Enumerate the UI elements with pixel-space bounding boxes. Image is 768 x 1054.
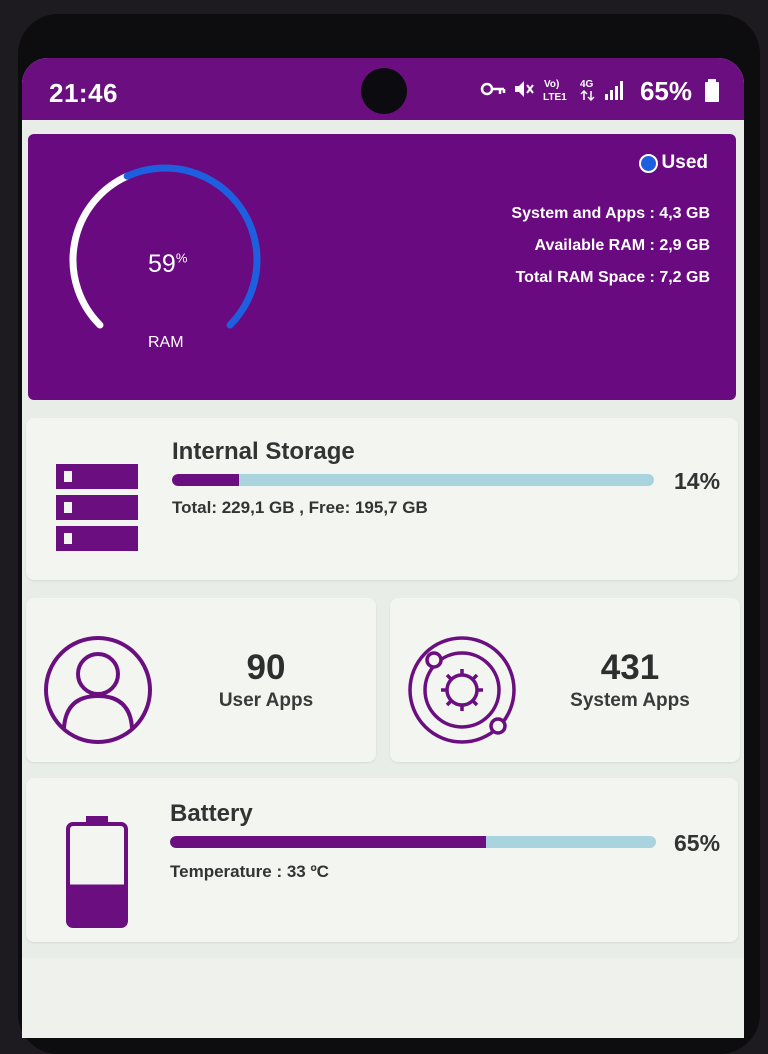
storage-progress-fill	[172, 474, 240, 486]
ram-percent: 59%	[148, 250, 187, 279]
ram-percent-sign: %	[175, 250, 188, 266]
user-icon	[44, 636, 152, 744]
user-apps-card[interactable]: 90 User Apps	[26, 598, 376, 762]
storage-total-free: Total: 229,1 GB , Free: 195,7 GB	[172, 498, 428, 517]
storage-title: Internal Storage	[172, 438, 355, 465]
mute-icon	[515, 81, 534, 97]
signal-icon	[605, 81, 623, 100]
ram-system-apps: System and Apps : 4,3 GB	[511, 205, 710, 222]
battery-temperature: Temperature : 33 ºC	[170, 862, 329, 881]
status-battery-percent: 65%	[639, 76, 692, 106]
battery-status-icon	[705, 79, 719, 102]
internal-storage-card[interactable]: Internal Storage 14% Total: 229,1 GB , F…	[26, 418, 738, 580]
ram-percent-value: 59	[148, 250, 176, 278]
ram-gauge-used	[123, 164, 261, 329]
ram-available: Available RAM : 2,9 GB	[534, 237, 710, 254]
system-apps-count: 431	[600, 648, 660, 687]
used-legend-dot	[638, 153, 658, 173]
storage-percent: 14%	[674, 468, 721, 494]
front-camera	[361, 68, 407, 114]
ram-details: System and Apps : 4,3 GB Available RAM :…	[511, 198, 710, 294]
status-time: 21:46	[49, 78, 118, 108]
battery-progress-fill	[170, 836, 486, 848]
screen-bottom	[22, 958, 744, 1038]
status-icons: Vo) LTE1 4G 65%	[480, 76, 720, 106]
4g-icon: 4G	[580, 79, 595, 102]
volte-top-text: Vo)	[544, 79, 559, 90]
user-apps-label: User Apps	[218, 690, 314, 711]
volte-icon: Vo) LTE1	[543, 79, 567, 103]
battery-icon	[66, 816, 128, 928]
ram-gauge-track	[69, 172, 131, 329]
battery-percent: 65%	[674, 830, 721, 856]
vpn-key-icon	[480, 82, 506, 96]
used-legend-label: Used	[661, 152, 708, 173]
system-apps-label: System Apps	[570, 690, 690, 711]
user-apps-count: 90	[246, 648, 286, 687]
battery-level-fill	[70, 884, 124, 924]
system-apps-card[interactable]: 431 System Apps	[390, 598, 740, 762]
ram-card[interactable]: 59% RAM Used System and Apps : 4,3 GB Av…	[28, 134, 736, 400]
storage-icon	[56, 464, 138, 551]
system-apps-icon	[408, 636, 516, 744]
volte-bottom-text: LTE1	[543, 92, 567, 103]
ram-legend: Used	[638, 152, 708, 174]
ram-label: RAM	[148, 334, 184, 351]
ram-total: Total RAM Space : 7,2 GB	[515, 269, 710, 286]
screen: 21:46 Vo) LTE1 4G 65% 59% RAM Used Syste…	[22, 58, 744, 1038]
network-type-text: 4G	[580, 79, 594, 90]
battery-progress-bar	[170, 836, 656, 848]
status-bar: 21:46 Vo) LTE1 4G 65%	[22, 58, 744, 120]
storage-progress-bar	[172, 474, 654, 486]
battery-title: Battery	[170, 800, 253, 827]
battery-card[interactable]: Battery 65% Temperature : 33 ºC	[26, 778, 738, 942]
